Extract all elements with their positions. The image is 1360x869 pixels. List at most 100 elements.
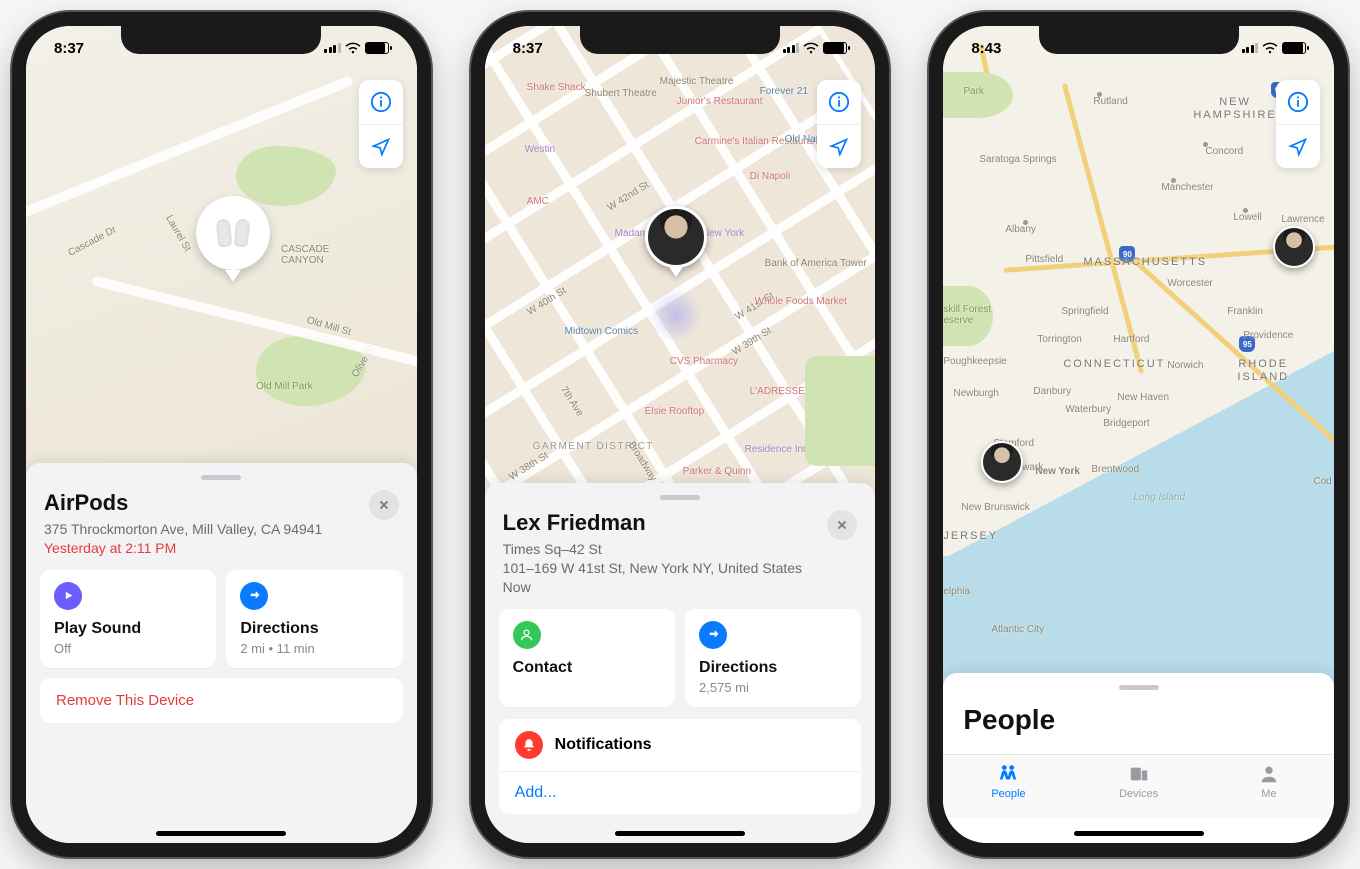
person-pin[interactable] (981, 441, 1023, 483)
tab-devices[interactable]: Devices (1074, 755, 1204, 818)
contact-icon (519, 627, 534, 642)
map-poi-label: L'ADRESSE (750, 386, 805, 397)
map-poi-label: Forever 21 (760, 86, 808, 97)
notifications-section: Notifications Add... (499, 719, 862, 814)
directions-icon (706, 627, 721, 642)
status-time: 8:43 (971, 40, 1001, 57)
map-city-label: Springfield (1061, 306, 1108, 317)
tab-bar: People Devices Me (943, 754, 1334, 818)
home-indicator[interactable] (615, 831, 745, 836)
device-sheet[interactable]: AirPods 375 Throckmorton Ave, Mill Valle… (26, 463, 417, 843)
people-sheet[interactable]: People People Devices Me (943, 673, 1334, 843)
map-park-label: Old Mill Park (256, 381, 313, 392)
wifi-icon (803, 42, 819, 54)
devices-icon (1126, 763, 1152, 785)
map-city-label: Waterbury (1065, 404, 1111, 415)
map-city-label: Hartford (1113, 334, 1149, 345)
person-sheet[interactable]: Lex Friedman Times Sq–42 St 101–169 W 41… (485, 483, 876, 843)
map-city-label: Worcester (1167, 278, 1212, 289)
map-poi-label: Westin (525, 144, 555, 155)
directions-sub: 2 mi • 11 min (240, 641, 388, 656)
contact-tile[interactable]: Contact (499, 609, 675, 707)
map-state-label: NEW HAMPSHIRE (1193, 96, 1276, 121)
map-poi-label: Junior's Restaurant (677, 96, 763, 107)
sheet-grabber[interactable] (660, 495, 700, 500)
phone-frame-2: 8:37 Shake Shack Shubert Theatre Majesti… (471, 12, 890, 857)
directions-tile[interactable]: Directions 2,575 mi (685, 609, 861, 707)
person-loc-3: Now (503, 578, 802, 597)
locate-button[interactable] (359, 124, 403, 168)
avatar (981, 441, 1023, 483)
notifications-add-button[interactable]: Add... (499, 771, 862, 814)
map-city-label: New Brunswick (961, 502, 1029, 513)
phone-frame-3: 8:43 87 91 90 95 Park Rutland (929, 12, 1348, 857)
info-button[interactable] (359, 80, 403, 124)
map-city-label: Cod (1313, 476, 1331, 487)
map-city-label: Atlantic City (991, 624, 1044, 635)
info-button[interactable] (1276, 80, 1320, 124)
avatar (645, 206, 707, 268)
map-park-label: Park (963, 86, 984, 97)
map-city-label: Poughkeepsie (943, 356, 1006, 367)
tab-me[interactable]: Me (1204, 755, 1334, 818)
play-icon (62, 589, 75, 602)
map-road-label: Cascade Dr (67, 224, 119, 259)
directions-label: Directions (699, 659, 847, 677)
airpods-icon (213, 213, 253, 253)
directions-sub: 2,575 mi (699, 680, 847, 695)
notifications-header: Notifications (555, 736, 652, 754)
map-controls (359, 80, 403, 168)
person-pin[interactable] (1273, 226, 1315, 268)
map-park-label: skill Forest eserve (943, 304, 991, 326)
map-state-label: MASSACHUSETTS (1083, 256, 1207, 269)
device-timestamp: Yesterday at 2:11 PM (44, 539, 322, 558)
map-city-label: Norwich (1167, 360, 1203, 371)
person-pin[interactable] (645, 206, 707, 277)
map-city-label: Brentwood (1091, 464, 1139, 475)
locate-button[interactable] (1276, 124, 1320, 168)
device-pin[interactable] (196, 196, 270, 282)
map-controls (1276, 80, 1320, 168)
play-sound-sub: Off (54, 641, 202, 656)
status-time: 8:37 (54, 40, 84, 57)
remove-device-button[interactable]: Remove This Device (40, 678, 403, 723)
map-poi-label: CVS Pharmacy (670, 356, 738, 367)
directions-tile[interactable]: Directions 2 mi • 11 min (226, 570, 402, 668)
info-button[interactable] (817, 80, 861, 124)
map-city-label: Lawrence (1281, 214, 1324, 225)
map-city-label: Lowell (1233, 212, 1261, 223)
person-loc-2: 101–169 W 41st St, New York NY, United S… (503, 559, 802, 578)
notch (1039, 26, 1239, 54)
map-city-label: Rutland (1093, 96, 1127, 107)
device-address: 375 Throckmorton Ave, Mill Valley, CA 94… (44, 520, 322, 539)
signal-icon (324, 43, 341, 53)
map-poi-label: Shubert Theatre (585, 88, 657, 99)
signal-icon (783, 43, 800, 53)
sheet-grabber[interactable] (201, 475, 241, 480)
map-poi-label: Di Napoli (750, 171, 791, 182)
map-poi-label: Parker & Quinn (683, 466, 751, 477)
map-city-label: Franklin (1227, 306, 1263, 317)
map-city-label: Manchester (1161, 182, 1213, 193)
map-poi-label: Residence Inn (745, 444, 809, 455)
map-poi-label: Majestic Theatre (660, 76, 734, 87)
map-city-label: Saratoga Springs (979, 154, 1056, 165)
battery-icon (365, 42, 389, 54)
map-park (805, 356, 876, 466)
play-sound-tile[interactable]: Play Sound Off (40, 570, 216, 668)
close-button[interactable] (369, 490, 399, 520)
locate-button[interactable] (817, 124, 861, 168)
map-state-label: RHODE ISLAND (1237, 358, 1289, 383)
bell-icon (522, 738, 536, 752)
home-indicator[interactable] (156, 831, 286, 836)
map-state-label: CONNECTICUT (1063, 358, 1165, 371)
person-name: Lex Friedman (503, 510, 802, 536)
tab-people[interactable]: People (943, 755, 1073, 818)
person-loc-1: Times Sq–42 St (503, 540, 802, 559)
map-poi-label: Whole Foods Market (755, 296, 847, 307)
map-poi-label: Elsie Rooftop (645, 406, 704, 417)
sheet-grabber[interactable] (1119, 685, 1159, 690)
close-button[interactable] (827, 510, 857, 540)
home-indicator[interactable] (1074, 831, 1204, 836)
map-city-label: Bridgeport (1103, 418, 1149, 429)
